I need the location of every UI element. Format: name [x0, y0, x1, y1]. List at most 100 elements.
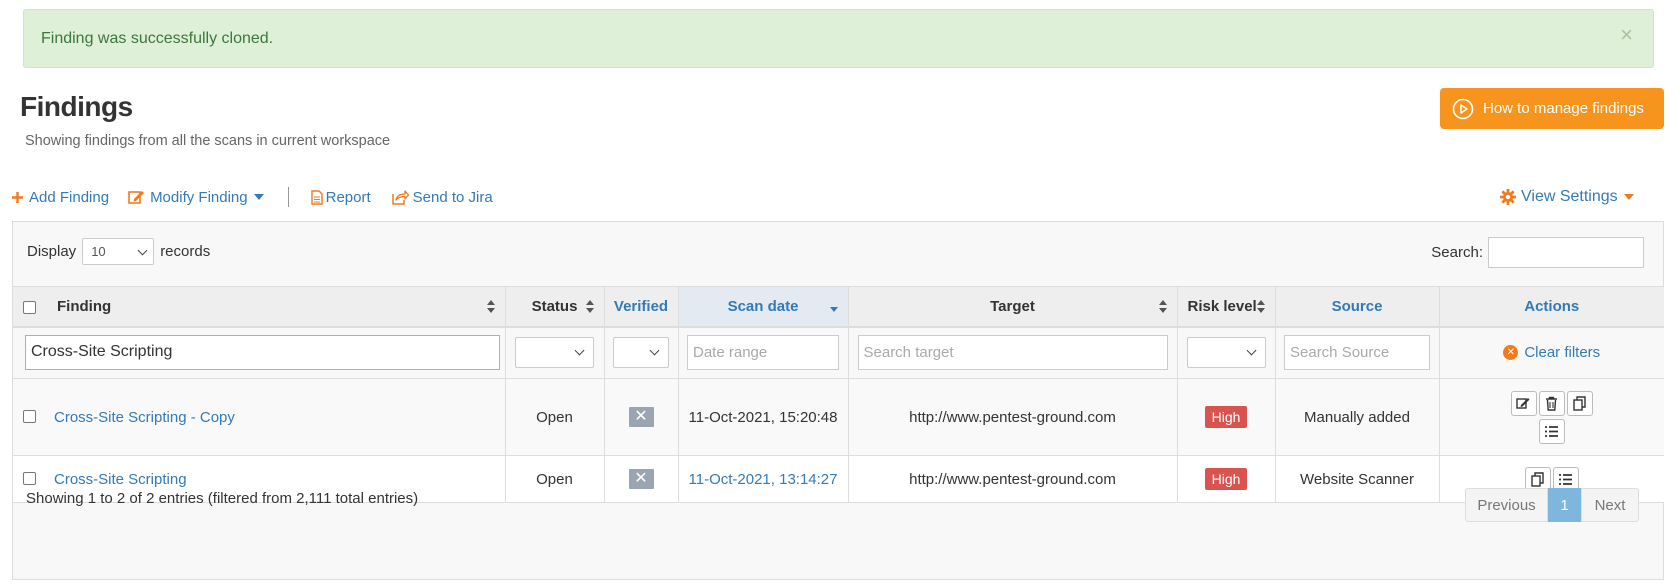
list-icon [1559, 473, 1573, 485]
scan-date-value: 11-Oct-2021, 15:20:48 [688, 408, 838, 426]
how-to-manage-findings-button[interactable]: How to manage findings [1440, 88, 1664, 129]
gear-icon [1500, 189, 1516, 205]
pagination: Previous 1 Next [1465, 488, 1639, 522]
page-length-select[interactable]: 10 [82, 238, 155, 265]
help-button-label: How to manage findings [1483, 100, 1644, 117]
column-header-actions: Actions [1439, 286, 1664, 328]
row-checkbox[interactable] [23, 472, 36, 485]
edit-icon [128, 189, 145, 205]
status-filter-select[interactable] [515, 337, 594, 369]
send-to-jira-label: Send to Jira [412, 188, 493, 206]
column-header-risk-level[interactable]: Risk level [1177, 286, 1276, 328]
status-value: Open [536, 470, 573, 488]
target-filter-input[interactable]: Search target [857, 335, 1168, 371]
page-length-value: 10 [91, 244, 106, 259]
table-search: Search: [1431, 237, 1644, 268]
scan-date-header-label: Scan date [727, 297, 799, 315]
column-header-status[interactable]: Status [505, 286, 605, 328]
column-header-source[interactable]: Source [1275, 286, 1440, 328]
chevron-down-icon [137, 245, 148, 256]
source-filter-input[interactable]: Search Source [1284, 335, 1430, 371]
alert-message: Finding was successfully cloned. [41, 30, 274, 47]
trash-icon [1546, 396, 1558, 411]
view-settings-label: View Settings [1521, 188, 1618, 205]
verified-filter-select[interactable] [613, 337, 669, 369]
add-finding-label: Add Finding [29, 188, 110, 206]
search-input[interactable] [1488, 237, 1644, 268]
findings-toolbar: Add Finding Modify Finding Report Send t… [11, 186, 493, 208]
target-header-label: Target [990, 297, 1035, 315]
finding-details-button[interactable] [1538, 418, 1565, 444]
column-header-target[interactable]: Target [848, 286, 1178, 328]
column-header-finding[interactable]: Finding [13, 286, 506, 328]
report-label: Report [325, 188, 371, 206]
findings-panel: Display 10 records Search: Finding Statu… [12, 221, 1664, 580]
modify-finding-label: Modify Finding [150, 188, 248, 206]
edit-finding-button[interactable] [1510, 390, 1537, 416]
page-subtitle: Showing findings from all the scans in c… [25, 133, 391, 149]
row-checkbox[interactable] [23, 410, 36, 423]
sort-icon [1158, 300, 1167, 314]
source-value: Website Scanner [1300, 470, 1414, 488]
column-header-scan-date[interactable]: Scan date [678, 286, 849, 328]
chevron-down-icon [253, 194, 264, 200]
filter-row: Cross-Site Scripting Date range Search t… [13, 326, 1665, 379]
clone-finding-button[interactable] [1566, 390, 1593, 416]
risk-badge: High [1204, 406, 1248, 428]
report-button[interactable]: Report [310, 188, 371, 206]
chevron-down-icon [1623, 194, 1634, 200]
column-header-verified[interactable]: Verified [604, 286, 679, 328]
not-verified-icon: ✕ [628, 407, 654, 427]
add-finding-button[interactable]: Add Finding [11, 189, 109, 206]
success-alert: Finding was successfully cloned. × [23, 9, 1654, 68]
page-title: Findings [20, 91, 133, 122]
delete-finding-button[interactable] [1538, 390, 1565, 416]
status-value: Open [536, 408, 573, 426]
modify-finding-dropdown[interactable]: Modify Finding [128, 189, 264, 206]
scan-date-link[interactable]: 11-Oct-2021, 13:14:27 [689, 471, 838, 488]
table-info: Showing 1 to 2 of 2 entries (filtered fr… [26, 490, 419, 507]
verified-header-label: Verified [613, 297, 669, 315]
risk-badge: High [1204, 468, 1248, 490]
risk-filter-select[interactable] [1186, 337, 1266, 369]
view-settings-dropdown[interactable]: View Settings [1500, 188, 1634, 206]
finding-link[interactable]: Cross-Site Scripting - Copy [54, 409, 235, 426]
source-value: Manually added [1304, 408, 1410, 426]
sort-icon [486, 300, 495, 314]
chevron-down-icon [649, 345, 660, 356]
sort-descending-icon [829, 307, 838, 312]
share-icon [391, 189, 409, 205]
table-row: Cross-Site Scripting - Copy Open ✕ 11-Oc… [13, 378, 1664, 456]
select-all-checkbox[interactable] [23, 301, 36, 314]
source-header-label: Source [1331, 297, 1383, 315]
close-icon[interactable]: × [1620, 24, 1633, 46]
finding-filter-input[interactable]: Cross-Site Scripting [25, 335, 500, 371]
clear-filters-label: Clear filters [1524, 344, 1601, 362]
page-1-button[interactable]: 1 [1548, 488, 1581, 522]
x-circle-icon: ✕ [1503, 345, 1519, 361]
play-circle-icon [1452, 98, 1474, 119]
date-range-input[interactable]: Date range [687, 335, 839, 371]
finding-header-label: Finding [57, 297, 112, 315]
previous-page-button[interactable]: Previous [1465, 488, 1548, 522]
copy-icon [1531, 471, 1544, 487]
risk-level-header-label: Risk level [1187, 297, 1257, 315]
list-icon [1545, 425, 1559, 437]
target-value: http://www.pentest-ground.com [909, 470, 1116, 488]
not-verified-icon: ✕ [628, 469, 654, 489]
display-label: Display [27, 243, 77, 260]
toolbar-divider [287, 187, 289, 207]
copy-icon [1573, 395, 1586, 411]
page-length-control: Display 10 records [27, 238, 210, 265]
clear-filters-button[interactable]: ✕ Clear filters [1440, 344, 1665, 361]
edit-icon [1516, 398, 1530, 409]
findings-table: Finding Status Verified Scan date Target [13, 286, 1664, 503]
sort-icon [585, 300, 594, 314]
status-header-label: Status [531, 297, 578, 315]
finding-link[interactable]: Cross-Site Scripting [54, 471, 187, 488]
send-to-jira-button[interactable]: Send to Jira [391, 188, 493, 206]
document-icon [310, 189, 323, 205]
actions-header-label: Actions [1524, 297, 1580, 315]
chevron-down-icon [574, 345, 585, 356]
next-page-button[interactable]: Next [1581, 488, 1639, 522]
